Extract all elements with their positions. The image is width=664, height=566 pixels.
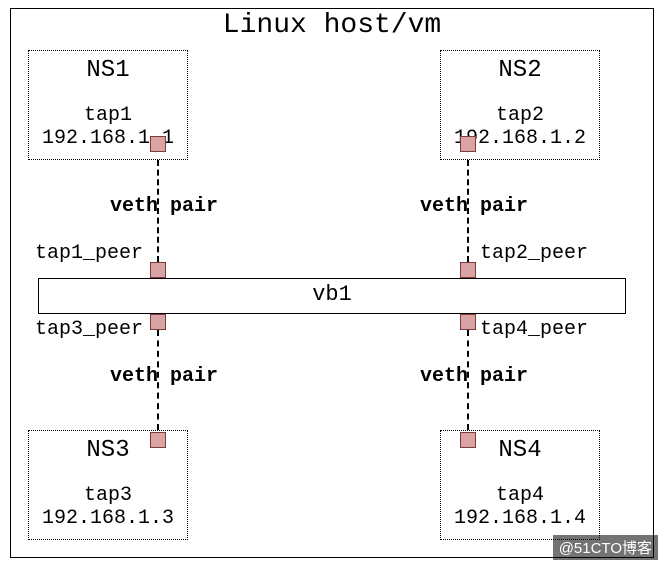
veth-pair-label: veth pair (110, 365, 218, 388)
watermark: @51CTO博客 (553, 535, 658, 560)
ns-title: NS2 (441, 57, 599, 84)
tap4-peer-label: tap4_peer (480, 318, 588, 341)
ns-ip-label: 192.168.1.4 (441, 507, 599, 530)
tap1-port-icon (150, 136, 166, 152)
tap2-peer-label: tap2_peer (480, 242, 588, 265)
ns-title: NS4 (441, 437, 599, 464)
ns-title: NS1 (29, 57, 187, 84)
veth-pair-label: veth pair (110, 195, 218, 218)
bridge-vb1: vb1 (38, 278, 626, 314)
tap2-port-icon (460, 136, 476, 152)
veth-pair-label: veth pair (420, 195, 528, 218)
tap2-peer-port-icon (460, 262, 476, 278)
veth-pair-label: veth pair (420, 365, 528, 388)
bridge-label: vb1 (312, 282, 352, 307)
ns-tap-label: tap1 (29, 104, 187, 127)
ns-title: NS3 (29, 437, 187, 464)
tap3-peer-port-icon (150, 314, 166, 330)
tap1-peer-label: tap1_peer (35, 242, 143, 265)
tap1-peer-port-icon (150, 262, 166, 278)
tap4-peer-port-icon (460, 314, 476, 330)
tap3-peer-label: tap3_peer (35, 318, 143, 341)
ns-tap-label: tap2 (441, 104, 599, 127)
ns-ip-label: 192.168.1.3 (29, 507, 187, 530)
namespace-ns3: NS3 tap3 192.168.1.3 (28, 430, 188, 540)
host-title: Linux host/vm (0, 10, 664, 41)
namespace-ns4: NS4 tap4 192.168.1.4 (440, 430, 600, 540)
ns-tap-label: tap3 (29, 484, 187, 507)
ns-tap-label: tap4 (441, 484, 599, 507)
